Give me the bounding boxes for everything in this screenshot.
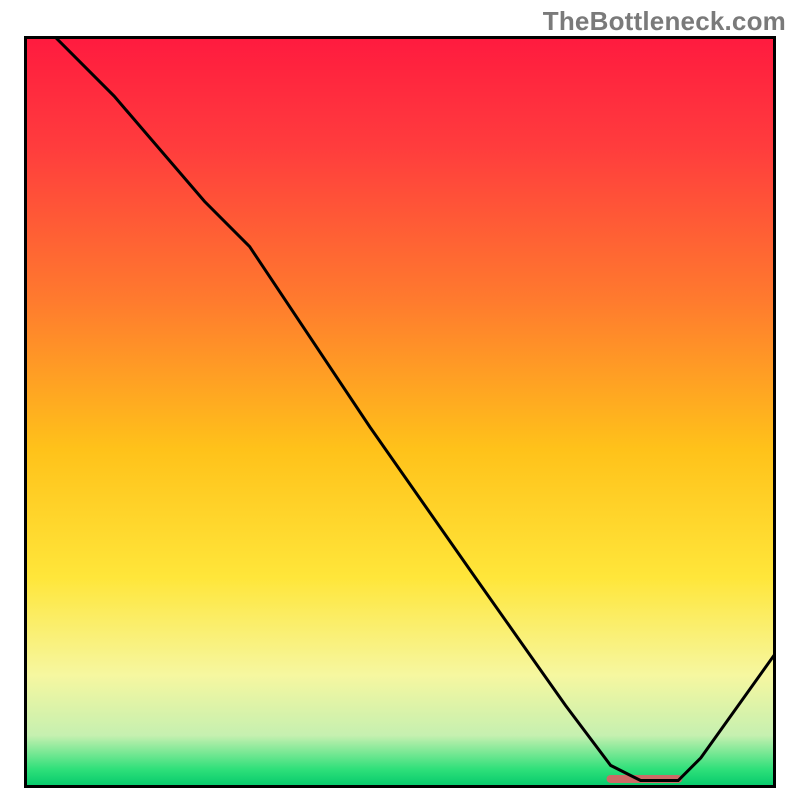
chart-svg [24,36,776,788]
gradient-background [24,36,776,788]
chart-container: TheBottleneck.com [0,0,800,800]
plot-area [24,36,776,788]
watermark-text: TheBottleneck.com [543,6,786,37]
